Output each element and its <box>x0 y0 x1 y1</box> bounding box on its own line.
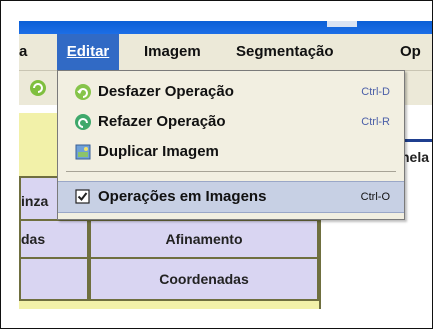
undo-toolbar-icon[interactable] <box>29 79 47 97</box>
redo-icon <box>75 114 91 130</box>
menu-partial-left[interactable]: a <box>19 34 39 70</box>
menu-editar[interactable]: Editar <box>57 34 119 70</box>
menu-item-label: Desfazer Operação <box>98 83 234 100</box>
menu-item-shortcut: Ctrl-R <box>361 116 390 128</box>
menu-item-label: Operações em Imagens <box>98 188 267 205</box>
menu-item-refazer[interactable]: Refazer Operação Ctrl-R <box>58 107 404 137</box>
menu-item-operacoes-em-imagens[interactable]: Operações em Imagens Ctrl-O <box>58 181 404 213</box>
editar-dropdown-menu: Desfazer Operação Ctrl-D Refazer Operaçã… <box>57 70 405 220</box>
menu-bar: a Editar Imagem Segmentação Op <box>19 34 432 71</box>
menu-item-label: Duplicar Imagem <box>98 143 219 160</box>
menu-segmentacao[interactable]: Segmentação <box>236 34 334 70</box>
menu-imagem[interactable]: Imagem <box>144 34 201 70</box>
menu-editar-label: Editar <box>66 43 110 60</box>
grid-cell-das[interactable]: das <box>19 219 89 259</box>
coordenadas-button[interactable]: Coordenadas <box>89 257 319 301</box>
title-bar-fragment <box>327 21 357 27</box>
menu-item-shortcut: Ctrl-D <box>361 86 390 98</box>
menu-item-label: Refazer Operação <box>98 113 226 130</box>
afinamento-button[interactable]: Afinamento <box>89 219 319 259</box>
screenshot-frame: a Editar Imagem Segmentação Op inza das … <box>0 0 433 329</box>
duplicate-image-icon <box>75 144 91 160</box>
undo-icon <box>75 84 91 100</box>
window-title-bar <box>19 21 432 34</box>
checkbox-checked-icon <box>75 189 90 204</box>
menu-item-shortcut: Ctrl-O <box>360 191 390 203</box>
menu-partial-right[interactable]: Op <box>400 34 421 70</box>
menu-separator <box>66 171 396 172</box>
right-partial-label: nela <box>401 149 430 165</box>
menu-item-duplicar[interactable]: Duplicar Imagem <box>58 137 404 167</box>
menu-item-desfazer[interactable]: Desfazer Operação Ctrl-D <box>58 77 404 107</box>
grid-cell-empty[interactable] <box>19 257 89 301</box>
